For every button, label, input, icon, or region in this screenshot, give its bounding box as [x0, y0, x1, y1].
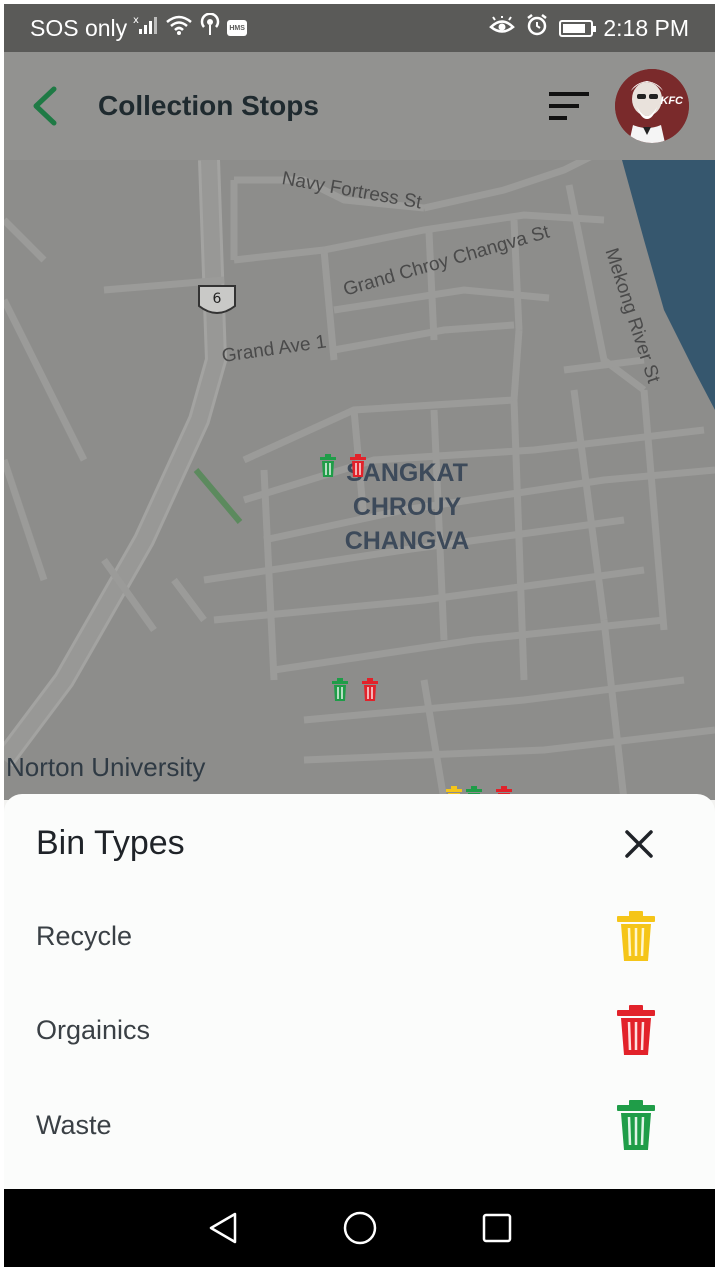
bin-types-sheet: Bin Types Recycle Orgainics Waste — [4, 794, 715, 1189]
place-label-norton: Norton University — [6, 752, 206, 782]
avatar-brand-text: KFC — [660, 95, 683, 107]
page-title: Collection Stops — [98, 90, 319, 121]
nav-home-button[interactable] — [330, 1198, 390, 1258]
status-bar: SOS only x HMS 2:18 PM — [4, 4, 715, 52]
close-icon — [625, 830, 653, 858]
trash-icon — [617, 1100, 655, 1150]
waste-bin-pin-icon[interactable] — [318, 454, 338, 478]
bin-label: Recycle — [36, 920, 133, 951]
trash-icon — [617, 1005, 655, 1055]
district-line-2: CHROUY — [352, 493, 462, 521]
battery-icon — [559, 19, 597, 37]
wifi-icon — [165, 14, 193, 42]
sheet-title: Bin Types — [36, 824, 185, 862]
avatar[interactable]: KFC — [615, 69, 689, 143]
district-line-3: CHANGVA — [344, 527, 470, 555]
sort-icon — [549, 92, 589, 120]
sort-button[interactable] — [539, 76, 599, 136]
waste-bin-pin-icon[interactable] — [330, 678, 350, 702]
hotspot-icon — [199, 12, 221, 43]
organics-bin-pin-icon[interactable] — [348, 454, 368, 478]
home-circle-icon — [343, 1211, 376, 1245]
organics-bin-pin-icon[interactable] — [360, 678, 380, 702]
recents-square-icon — [482, 1213, 511, 1243]
eye-icon — [489, 14, 516, 42]
bin-label: Waste — [36, 1109, 112, 1140]
close-button[interactable] — [619, 824, 659, 864]
trash-icon — [617, 911, 655, 961]
app-bar: Collection Stops KFC — [4, 52, 715, 160]
signal-icon: x — [133, 14, 159, 42]
back-button[interactable] — [10, 52, 80, 160]
hms-icon: HMS — [227, 20, 248, 36]
route-shield-text: 6 — [213, 291, 222, 307]
svg-text:x: x — [133, 15, 139, 26]
bin-row-recycle[interactable]: Recycle — [4, 896, 715, 976]
nav-recents-button[interactable] — [467, 1198, 527, 1258]
carrier-text: SOS only — [30, 14, 128, 41]
back-triangle-icon — [209, 1212, 236, 1244]
nav-back-button[interactable] — [193, 1198, 253, 1258]
bin-row-waste[interactable]: Waste — [4, 1085, 715, 1165]
clock-text: 2:18 PM — [603, 14, 689, 41]
bin-label: Orgainics — [36, 1014, 151, 1045]
bin-row-organics[interactable]: Orgainics — [4, 990, 715, 1070]
system-nav-bar — [4, 1189, 715, 1267]
map-view[interactable]: 6 Navy Fortress St Grand Chroy Changva S… — [4, 160, 715, 800]
screen: SOS only x HMS 2:18 PM Collection Stops … — [4, 4, 715, 1267]
alarm-icon — [525, 13, 549, 43]
chevron-left-icon — [33, 86, 57, 126]
